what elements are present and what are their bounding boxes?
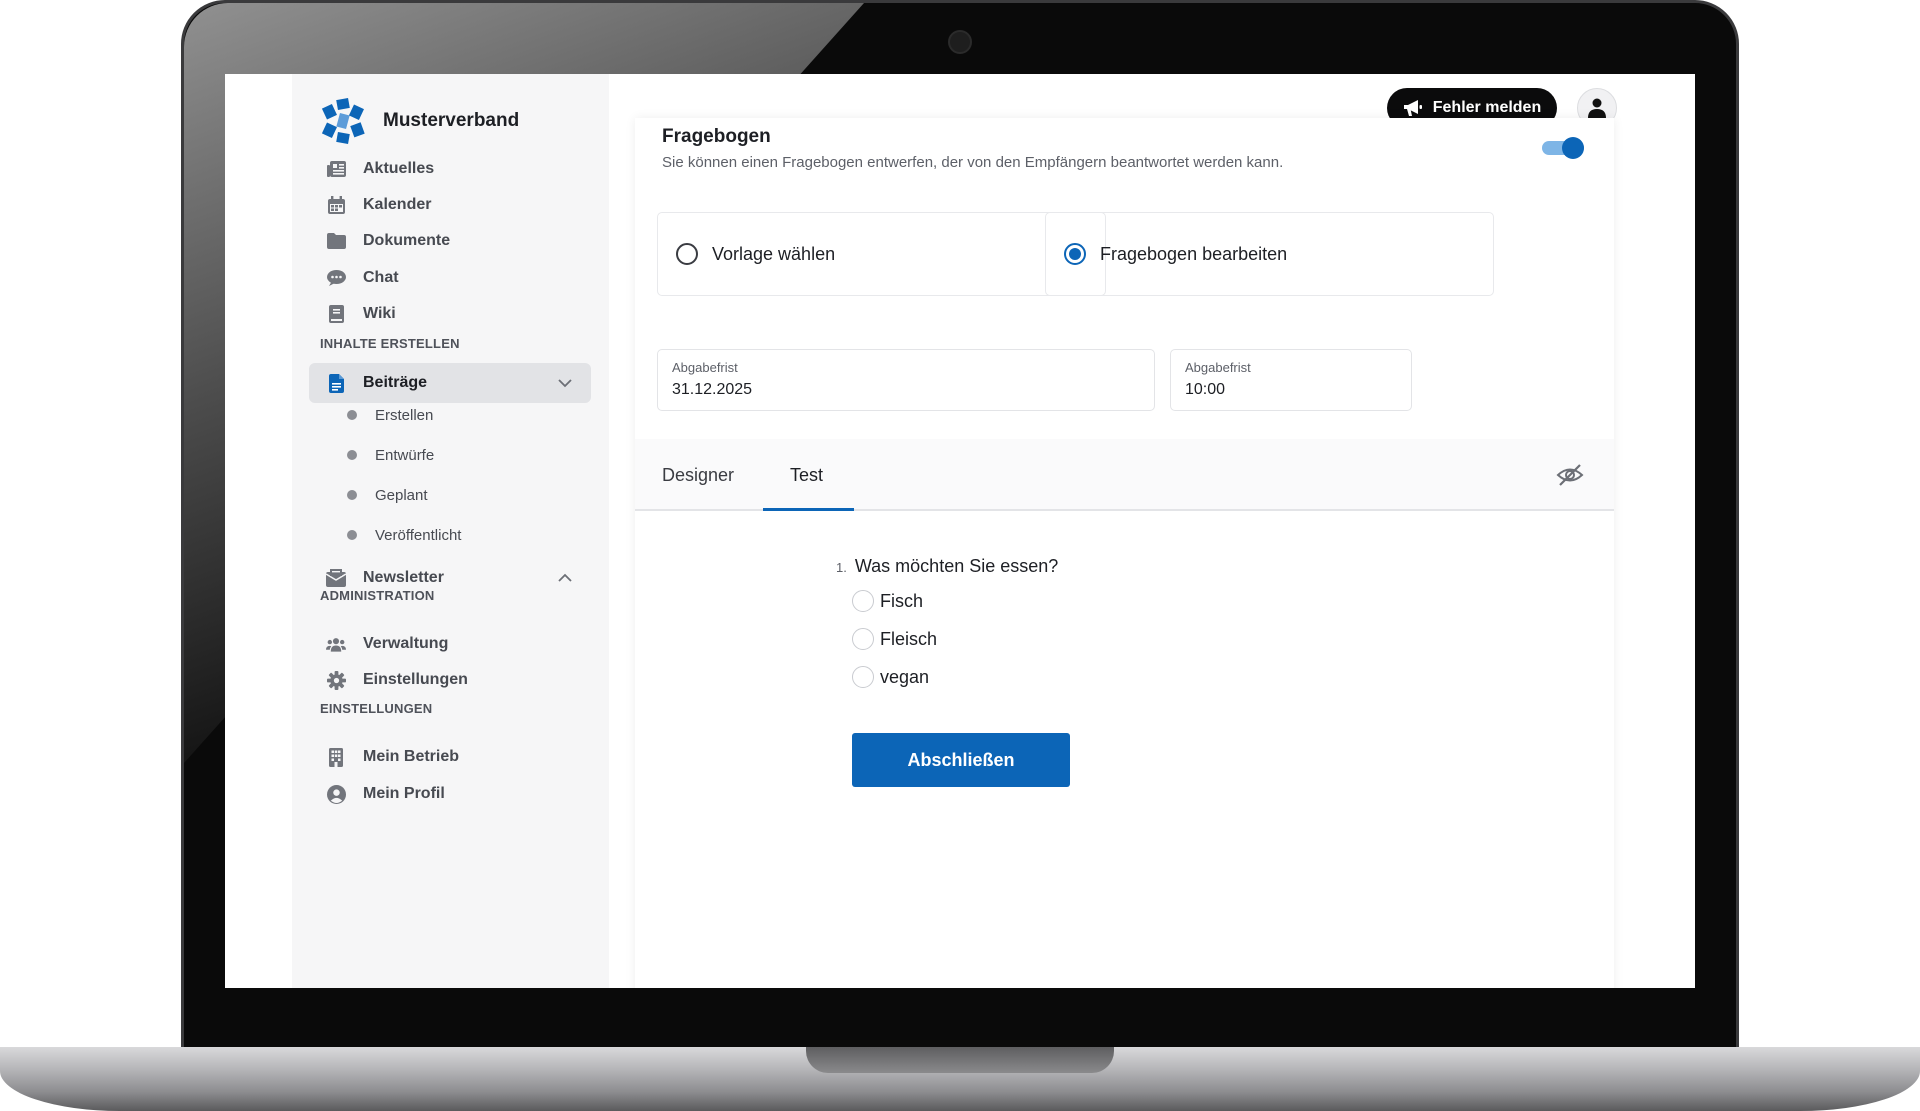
radio-button[interactable] — [676, 243, 698, 265]
field-label: Abgabefrist — [1185, 360, 1251, 375]
sidebar-item-kalender[interactable]: Kalender — [309, 185, 591, 225]
envelope-icon — [326, 568, 346, 588]
toggle-knob — [1562, 137, 1584, 159]
deadline-date-field[interactable]: Abgabefrist 31.12.2025 — [657, 349, 1155, 411]
chat-icon — [326, 268, 346, 288]
tab-test[interactable]: Test — [790, 465, 823, 486]
sidebar-subitem-label: Veröffentlicht — [375, 526, 462, 544]
option-label: Vorlage wählen — [712, 243, 836, 264]
chevron-down-icon[interactable] — [557, 375, 573, 391]
answer-label: vegan — [880, 666, 930, 687]
tabs-bar: Designer Test — [635, 439, 1614, 511]
radio-button-checked[interactable] — [1064, 243, 1086, 265]
option-label: Fragebogen bearbeiten — [1100, 243, 1288, 264]
answer-radio[interactable] — [852, 590, 874, 612]
sidebar-item-label: Newsletter — [363, 569, 444, 586]
sidebar-item-beitraege[interactable]: Beiträge — [309, 363, 591, 403]
book-icon — [326, 304, 346, 324]
section-description: Sie können einen Fragebogen entwerfen, d… — [662, 154, 1284, 171]
sidebar-subitem-label: Geplant — [375, 486, 428, 504]
brand-logo-icon — [321, 98, 365, 144]
question-number: 1. — [836, 560, 847, 575]
camera — [948, 30, 972, 54]
sidebar-item-label: Aktuelles — [363, 160, 435, 177]
deadline-time-field[interactable]: Abgabefrist 10:00 — [1170, 349, 1412, 411]
bullet-icon — [347, 530, 357, 540]
sidebar: Musterverband Aktuelles Kalender Dokumen… — [292, 74, 609, 988]
folder-icon — [326, 231, 346, 251]
answer-label: Fisch — [880, 590, 924, 611]
option-choose-template[interactable]: Vorlage wählen — [657, 212, 1106, 296]
megaphone-icon — [1403, 100, 1422, 116]
section-title-settings: EINSTELLUNGEN — [320, 701, 433, 716]
sidebar-item-label: Beiträge — [363, 374, 428, 391]
answer-option[interactable]: Fleisch — [852, 628, 937, 650]
sidebar-item-label: Mein Profil — [363, 785, 445, 802]
question-text: Was möchten Sie essen? — [854, 556, 1059, 576]
questionnaire-toggle[interactable] — [1542, 137, 1584, 159]
sidebar-subitem-entwuerfe[interactable]: Entwürfe — [347, 443, 434, 467]
questionnaire-card: Fragebogen Sie können einen Fragebogen e… — [635, 118, 1614, 988]
sidebar-item-label: Wiki — [363, 305, 396, 322]
question: 1. Was möchten Sie essen? — [836, 556, 1058, 577]
report-bug-label: Fehler melden — [1432, 99, 1542, 116]
sidebar-item-label: Kalender — [363, 196, 432, 213]
sidebar-subitem-veroeffentlicht[interactable]: Veröffentlicht — [347, 523, 461, 547]
sidebar-subitem-geplant[interactable]: Geplant — [347, 483, 428, 507]
bullet-icon — [347, 410, 357, 420]
sidebar-item-label: Dokumente — [363, 232, 451, 249]
answer-label: Fleisch — [880, 628, 938, 649]
sidebar-item-label: Mein Betrieb — [363, 748, 460, 765]
sidebar-item-einstellungen[interactable]: Einstellungen — [309, 660, 591, 700]
sidebar-item-mein-betrieb[interactable]: Mein Betrieb — [309, 737, 591, 777]
sidebar-item-aktuelles[interactable]: Aktuelles — [309, 149, 591, 189]
answer-radio[interactable] — [852, 666, 874, 688]
sidebar-item-label: Verwaltung — [363, 635, 449, 652]
users-icon — [326, 634, 346, 654]
newspaper-icon — [326, 159, 346, 179]
field-label: Abgabefrist — [672, 360, 738, 375]
sidebar-item-chat[interactable]: Chat — [309, 258, 591, 298]
option-edit-questionnaire[interactable]: Fragebogen bearbeiten — [1045, 212, 1494, 296]
section-title-admin: ADMINISTRATION — [320, 588, 435, 603]
chevron-up-icon[interactable] — [557, 570, 573, 586]
eye-off-icon[interactable] — [1556, 463, 1584, 487]
answer-option[interactable]: vegan — [852, 666, 929, 688]
sidebar-item-verwaltung[interactable]: Verwaltung — [309, 624, 591, 664]
document-icon — [326, 373, 346, 393]
active-tab-indicator — [763, 508, 854, 511]
radio-dot — [1069, 248, 1081, 260]
laptop-base-notch — [806, 1047, 1114, 1073]
gear-icon — [326, 670, 346, 690]
user-icon — [1588, 98, 1606, 118]
brand-name: Musterverband — [383, 110, 520, 131]
answer-option[interactable]: Fisch — [852, 590, 923, 612]
deadline-date-value[interactable]: 31.12.2025 — [672, 381, 1094, 399]
sidebar-item-wiki[interactable]: Wiki — [309, 294, 591, 334]
sidebar-item-dokumente[interactable]: Dokumente — [309, 221, 591, 261]
finish-button[interactable]: Abschließen — [852, 733, 1070, 787]
answer-radio[interactable] — [852, 628, 874, 650]
screen: Musterverband Aktuelles Kalender Dokumen… — [225, 74, 1695, 988]
sidebar-item-mein-profil[interactable]: Mein Profil — [309, 774, 591, 814]
user-circle-icon — [326, 784, 346, 804]
sidebar-subitem-label: Erstellen — [375, 406, 434, 424]
sidebar-subitem-label: Entwürfe — [375, 446, 435, 464]
sidebar-subitem-erstellen[interactable]: Erstellen — [347, 403, 433, 427]
bullet-icon — [347, 450, 357, 460]
bullet-icon — [347, 490, 357, 500]
sidebar-item-label: Einstellungen — [363, 671, 468, 688]
building-icon — [326, 747, 346, 767]
section-title-create: INHALTE ERSTELLEN — [320, 336, 460, 351]
calendar-icon — [326, 195, 346, 215]
brand[interactable]: Musterverband — [320, 98, 519, 144]
tab-designer[interactable]: Designer — [662, 465, 734, 486]
section-title: Fragebogen — [662, 126, 771, 147]
deadline-time-value[interactable]: 10:00 — [1185, 381, 1389, 399]
sidebar-item-label: Chat — [363, 269, 399, 286]
